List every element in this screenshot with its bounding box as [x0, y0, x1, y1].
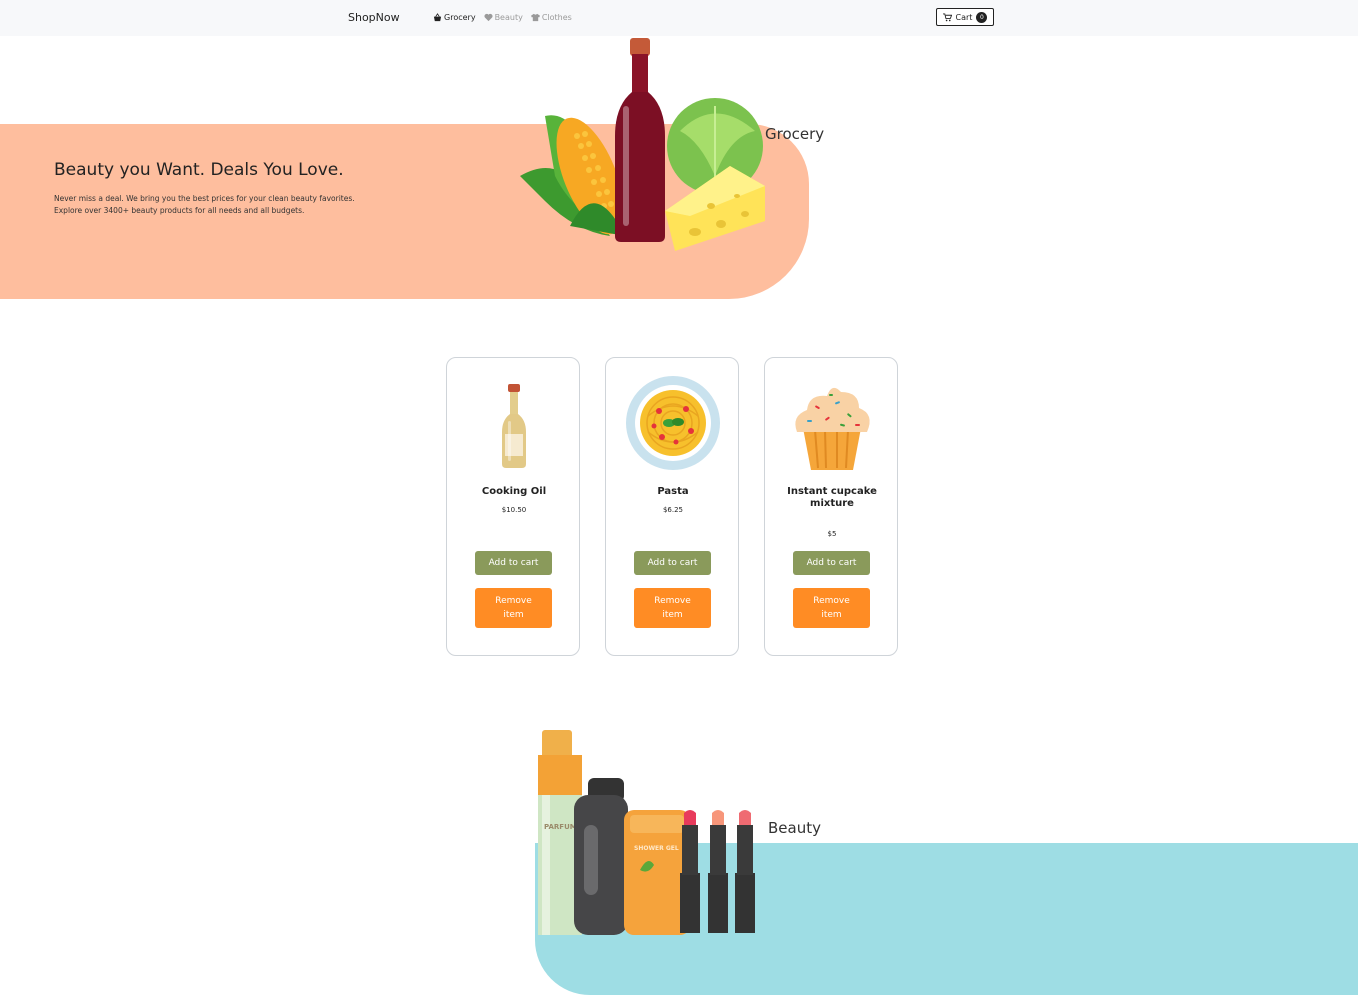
navbar: ShopNow Grocery Beauty Clothes Cart 0	[0, 0, 1358, 36]
nav-link-beauty[interactable]: Beauty	[484, 13, 523, 22]
remove-item-button[interactable]: Remove item	[634, 588, 711, 628]
nav-link-label: Beauty	[494, 13, 523, 22]
product-card: Pasta $6.25 Add to cart Remove item	[605, 357, 739, 656]
product-name: Pasta	[657, 486, 689, 497]
product-price: $6.25	[662, 506, 684, 514]
nav-link-clothes[interactable]: Clothes	[530, 13, 572, 22]
shower-gel-label: SHOWER GEL	[634, 845, 679, 852]
nav-link-label: Grocery	[444, 13, 476, 22]
remove-item-button[interactable]: Remove item	[475, 588, 552, 628]
heart-icon	[484, 13, 493, 22]
nav-links: Grocery Beauty Clothes	[433, 13, 572, 22]
beauty-section-label: Beauty	[768, 819, 821, 837]
cart-icon	[942, 12, 952, 21]
product-card: Cooking Oil $10.50 Add to cart Remove it…	[446, 357, 580, 656]
product-card: Instant cupcake mixture $5 Add to cart R…	[764, 357, 898, 656]
hero-description: Never miss a deal. We bring you the best…	[54, 194, 355, 215]
lipsticks-illustration	[680, 810, 755, 933]
pasta-image	[626, 376, 720, 470]
add-to-cart-button[interactable]: Add to cart	[475, 551, 552, 575]
basket-icon	[433, 13, 442, 22]
parfum-label: PARFUM	[544, 823, 577, 831]
cart-count-badge: 0	[976, 11, 988, 23]
brand-logo[interactable]: ShopNow	[348, 11, 400, 24]
beauty-illustration: PARFUM SHOWER GEL	[538, 730, 755, 935]
cart-label: Cart	[955, 12, 973, 22]
grocery-illustration	[520, 38, 765, 251]
cooking-oil-image	[502, 384, 526, 468]
cart-button[interactable]: Cart 0	[936, 8, 994, 26]
product-name: Instant cupcake mixture	[787, 486, 877, 509]
nav-link-label: Clothes	[541, 13, 572, 22]
product-price: $5	[827, 530, 837, 538]
product-name: Cooking Oil	[481, 486, 547, 497]
nav-link-grocery[interactable]: Grocery	[433, 13, 476, 22]
tshirt-icon	[530, 13, 540, 22]
product-price: $10.50	[501, 506, 527, 514]
remove-item-button[interactable]: Remove item	[793, 588, 870, 628]
wine-bottle-illustration	[615, 38, 665, 242]
cupcake-image	[795, 387, 870, 470]
add-to-cart-button[interactable]: Add to cart	[793, 551, 870, 575]
grocery-section-label: Grocery	[765, 125, 825, 143]
hero-title: Beauty you Want. Deals You Love.	[54, 160, 344, 180]
dark-bottle-illustration	[574, 778, 628, 935]
add-to-cart-button[interactable]: Add to cart	[634, 551, 711, 575]
